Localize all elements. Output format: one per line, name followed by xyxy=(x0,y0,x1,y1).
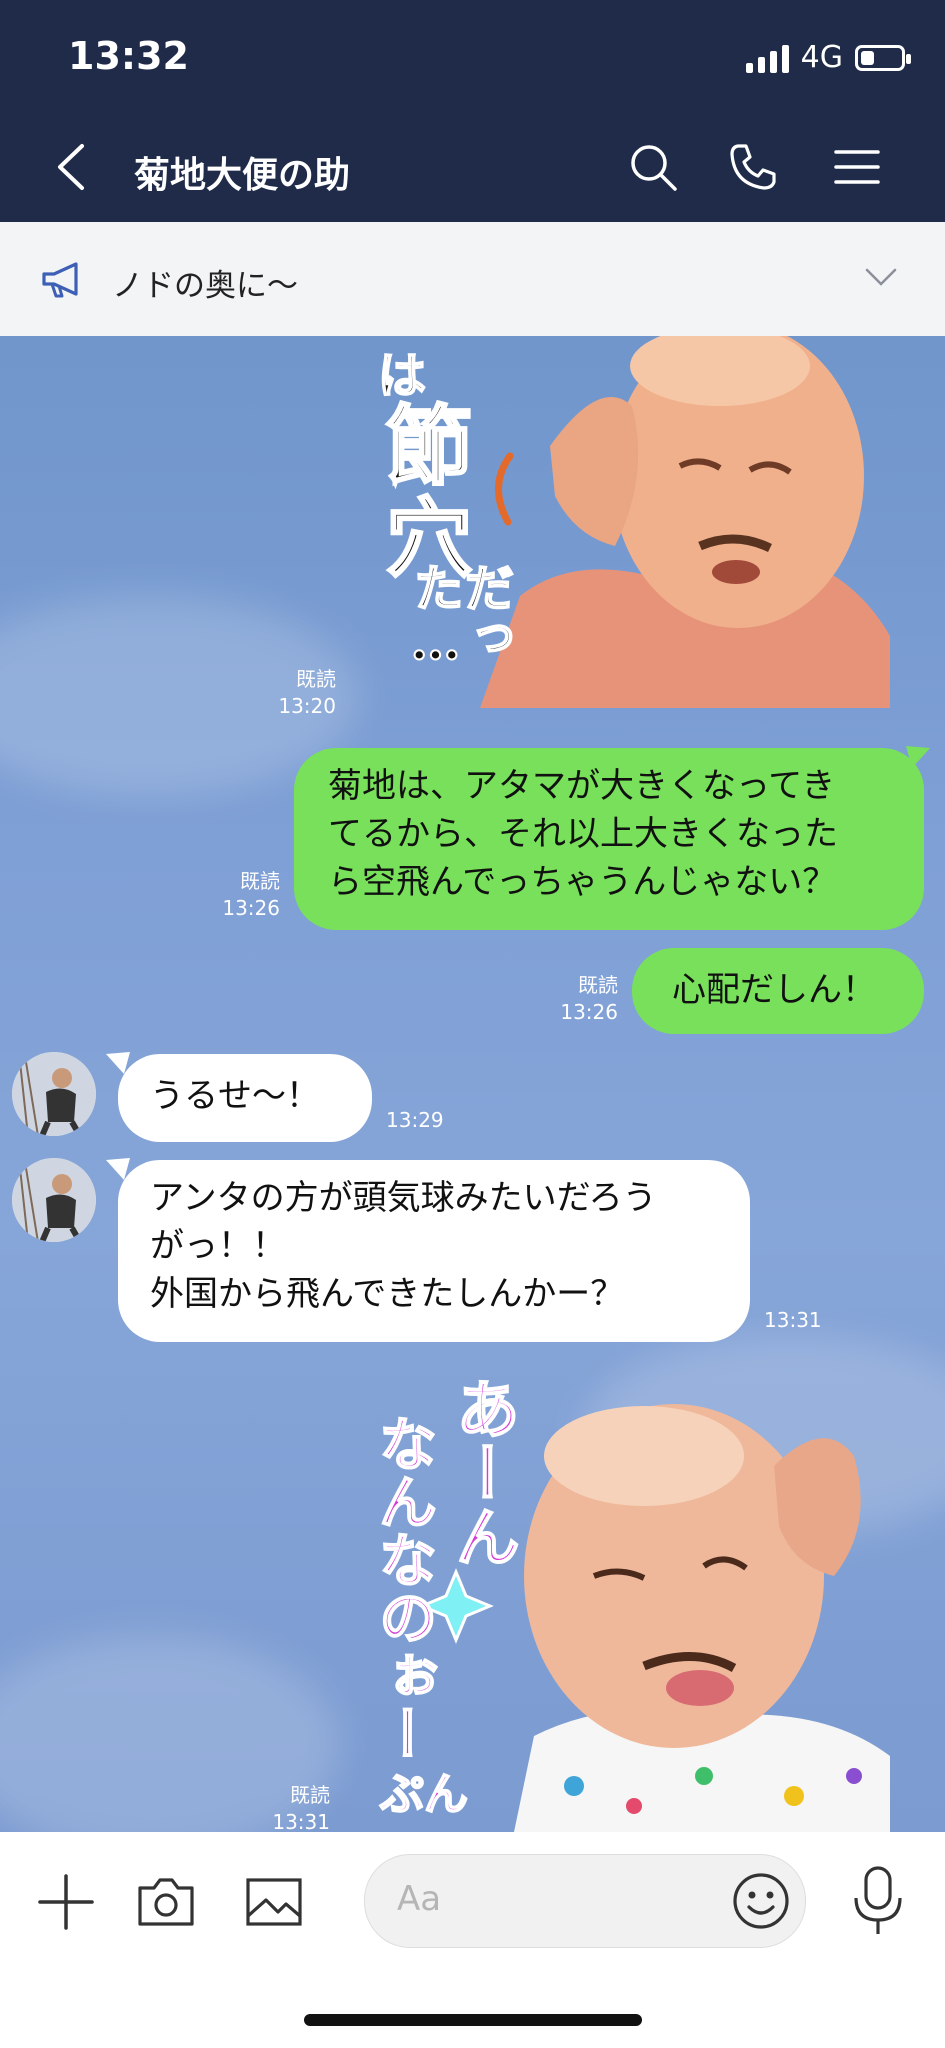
message-line: てるから、それ以上大きくなった xyxy=(328,814,838,854)
read-receipt: 既読 xyxy=(578,973,618,997)
search-icon[interactable] xyxy=(626,140,680,194)
avatar[interactable] xyxy=(12,1158,96,1242)
phone-icon[interactable] xyxy=(726,140,780,194)
incoming-bubble[interactable]: アンタの方が頭気球みたいだろう がっ！！ 外国から飛んできたしんかー？ xyxy=(106,1158,750,1342)
sticker-message[interactable]: は 節 穴 だった… xyxy=(370,336,890,708)
message-line: アンタの方が頭気球みたいだろう xyxy=(150,1178,657,1218)
message-line: 菊地は、アタマが大きくなってき xyxy=(328,766,836,806)
read-receipt: 既読 xyxy=(296,667,336,691)
network-type: 4G xyxy=(800,40,843,75)
message-time: 13:20 xyxy=(278,694,336,718)
menu-icon[interactable] xyxy=(830,140,884,194)
back-icon[interactable] xyxy=(52,142,90,192)
outgoing-bubble[interactable]: 心配だしん！ xyxy=(632,948,924,1034)
announcement-text: ノドの奥に〜 xyxy=(112,268,298,304)
message-meta: 既読 13:20 xyxy=(262,666,336,720)
sticker-text-bottom: ぷん xyxy=(379,1768,469,1821)
bubble-tail xyxy=(906,746,930,768)
incoming-bubble[interactable]: うるせ〜！ xyxy=(106,1052,372,1142)
read-receipt: 既読 xyxy=(240,869,280,893)
status-bar: 13:32 4G xyxy=(0,0,945,112)
bubble-tail xyxy=(106,1052,130,1074)
composer-bar: Aa xyxy=(0,1832,945,2048)
message-text: 心配だしん！ xyxy=(672,970,876,1010)
avatar-image xyxy=(12,1158,96,1242)
sticker-text-col2: なんなのぉー xyxy=(374,1413,438,1763)
message-line: ら空飛んでっちゃうんじゃない？ xyxy=(328,862,837,902)
read-receipt: 既読 xyxy=(290,1783,330,1807)
message-time: 13:31 xyxy=(764,1308,822,1332)
outgoing-bubble[interactable]: 菊地は、アタマが大きくなってき てるから、それ以上大きくなった ら空飛んでっちゃ… xyxy=(294,746,930,930)
chat-title[interactable]: 菊地大便の助 xyxy=(134,146,350,198)
message-time: 13:26 xyxy=(222,896,280,920)
battery-level xyxy=(861,50,874,65)
megaphone-icon xyxy=(42,262,78,298)
chat-header: 菊地大便の助 xyxy=(0,112,945,222)
status-time: 13:32 xyxy=(68,34,189,78)
status-indicators: 4G xyxy=(745,40,911,75)
home-indicator xyxy=(304,2014,642,2026)
camera-icon[interactable] xyxy=(134,1870,198,1934)
signal-icon xyxy=(745,43,789,73)
sticker-message[interactable]: あーん なんなのぉー ぷん xyxy=(374,1376,890,1832)
avatar[interactable] xyxy=(12,1052,96,1136)
message-meta: 既読 13:26 xyxy=(544,972,618,1026)
announcement-bar[interactable]: ノドの奥に〜 xyxy=(0,222,945,336)
chevron-down-icon[interactable] xyxy=(864,266,898,288)
plus-icon[interactable] xyxy=(34,1870,98,1934)
avatar-image xyxy=(12,1052,96,1136)
image-icon[interactable] xyxy=(242,1870,306,1934)
message-meta: 既読 13:31 xyxy=(256,1782,330,1832)
message-time: 13:31 xyxy=(272,1810,330,1832)
message-line: がっ！！ xyxy=(150,1226,286,1266)
message-time: 13:29 xyxy=(386,1108,444,1132)
message-meta: 既読 13:26 xyxy=(206,868,280,922)
message-input[interactable]: Aa xyxy=(364,1854,806,1948)
message-time: 13:26 xyxy=(560,1000,618,1024)
microphone-icon[interactable] xyxy=(846,1862,910,1938)
chat-area[interactable]: は 節 穴 だった… 既読 13:20 菊地は、アタマが大きくなってき てるから… xyxy=(0,336,945,1832)
input-placeholder: Aa xyxy=(397,1879,442,1919)
message-text: うるせ〜！ xyxy=(150,1076,320,1116)
emoji-icon[interactable] xyxy=(731,1871,791,1931)
battery-icon xyxy=(855,44,911,71)
sticker-text-bottom: だった… xyxy=(405,561,516,672)
message-line: 外国から飛んできたしんかー？ xyxy=(150,1274,625,1314)
sticker-text-col1: あーん xyxy=(444,1376,521,1569)
bubble-tail xyxy=(106,1158,130,1180)
